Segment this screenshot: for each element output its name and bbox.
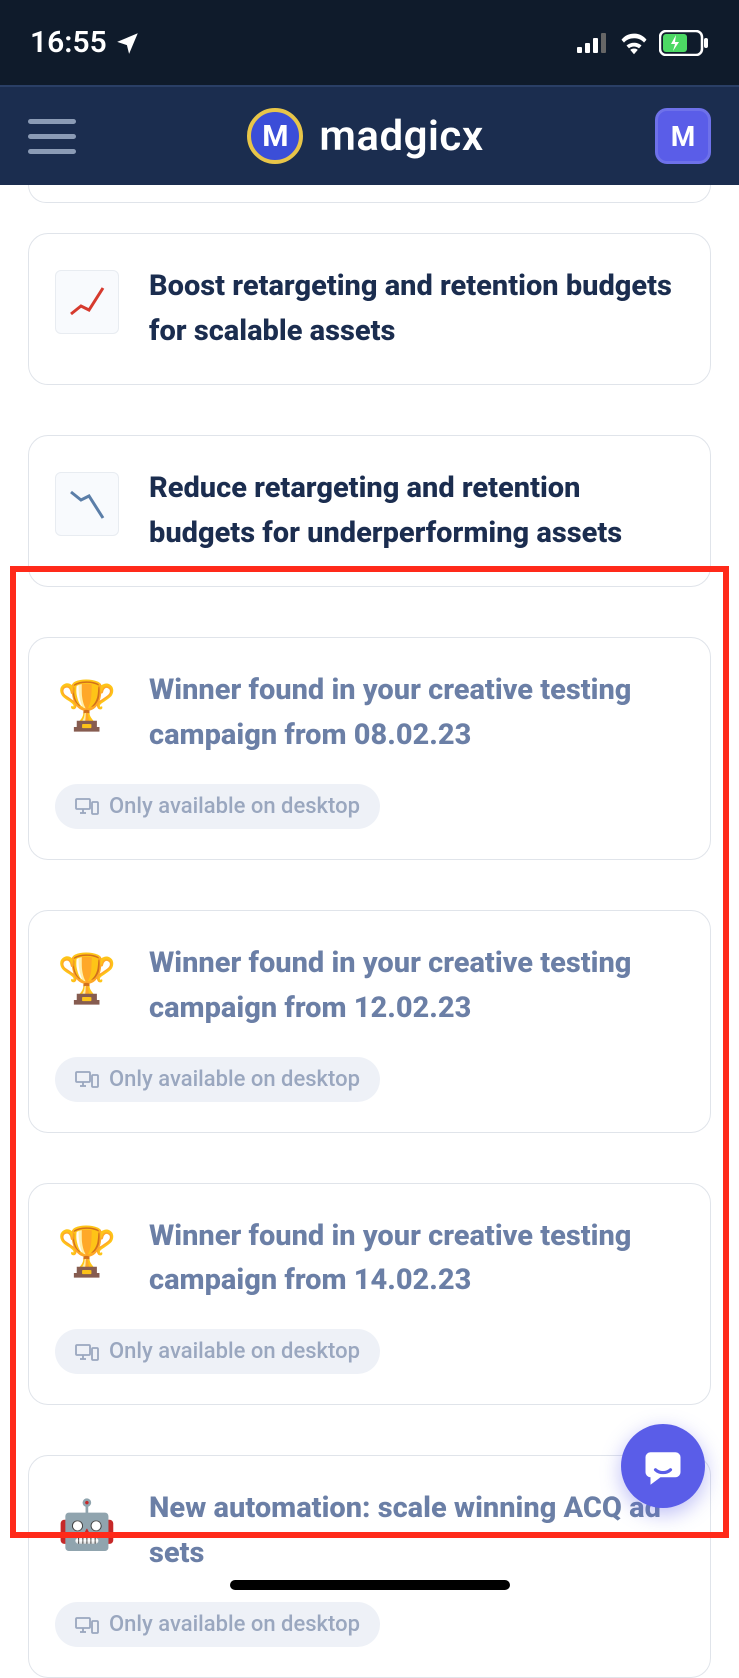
insight-card[interactable]: 🏆 Winner found in your creative testing … [28,910,711,1133]
insight-card-title: Reduce retargeting and retention budgets… [149,466,684,556]
account-square-letter: M [671,120,696,153]
desktop-only-badge-text: Only available on desktop [109,1067,360,1092]
desktop-only-badge: Only available on desktop [55,1057,380,1102]
insight-card[interactable]: Boost retargeting and retention budgets … [28,233,711,385]
menu-button[interactable] [28,119,76,154]
trophy-icon: 🏆 [55,1220,119,1284]
chart-down-icon [55,472,119,536]
brand-name: madgicx [319,112,483,161]
account-switcher-button[interactable]: M [655,108,711,164]
chat-icon [643,1446,683,1486]
robot-icon: 🤖 [55,1492,119,1556]
status-icons-right [577,30,709,56]
logo-badge-icon: M [247,108,303,164]
battery-charging-icon [659,30,709,56]
devices-icon [75,1069,99,1089]
trophy-icon: 🏆 [55,674,119,738]
trophy-icon: 🏆 [55,947,119,1011]
insight-card[interactable]: Reduce retargeting and retention budgets… [28,435,711,587]
devices-icon [75,796,99,816]
desktop-only-badge-text: Only available on desktop [109,1612,360,1637]
insight-card[interactable]: 🤖 New automation: scale winning ACQ ad s… [28,1455,711,1678]
desktop-only-badge-text: Only available on desktop [109,794,360,819]
home-indicator[interactable] [230,1580,510,1590]
desktop-only-badge: Only available on desktop [55,784,380,829]
insight-card-title: Winner found in your creative testing ca… [149,941,684,1031]
chart-up-icon [55,270,119,334]
insight-card-title: Winner found in your creative testing ca… [149,1214,684,1304]
cellular-signal-icon [577,31,609,55]
status-time: 16:55 [30,25,141,60]
brand-logo[interactable]: M madgicx [247,108,483,164]
devices-icon [75,1342,99,1362]
insight-card-title: Boost retargeting and retention budgets … [149,264,684,354]
insight-card-title: New automation: scale winning ACQ ad set… [149,1486,684,1576]
chat-support-button[interactable] [621,1424,705,1508]
wifi-icon [619,31,649,55]
desktop-only-badge: Only available on desktop [55,1329,380,1374]
logo-badge-letter: M [262,119,288,154]
location-arrow-icon [115,30,141,56]
desktop-only-badge-text: Only available on desktop [109,1339,360,1364]
insight-card[interactable]: 🏆 Winner found in your creative testing … [28,1183,711,1406]
desktop-only-badge: Only available on desktop [55,1602,380,1647]
insight-card[interactable]: 🏆 Winner found in your creative testing … [28,637,711,860]
status-bar: 16:55 [0,0,739,85]
app-header: M madgicx M [0,85,739,185]
devices-icon [75,1615,99,1635]
partial-card-top[interactable] [28,185,711,203]
status-time-text: 16:55 [30,25,107,60]
insight-card-title: Winner found in your creative testing ca… [149,668,684,758]
